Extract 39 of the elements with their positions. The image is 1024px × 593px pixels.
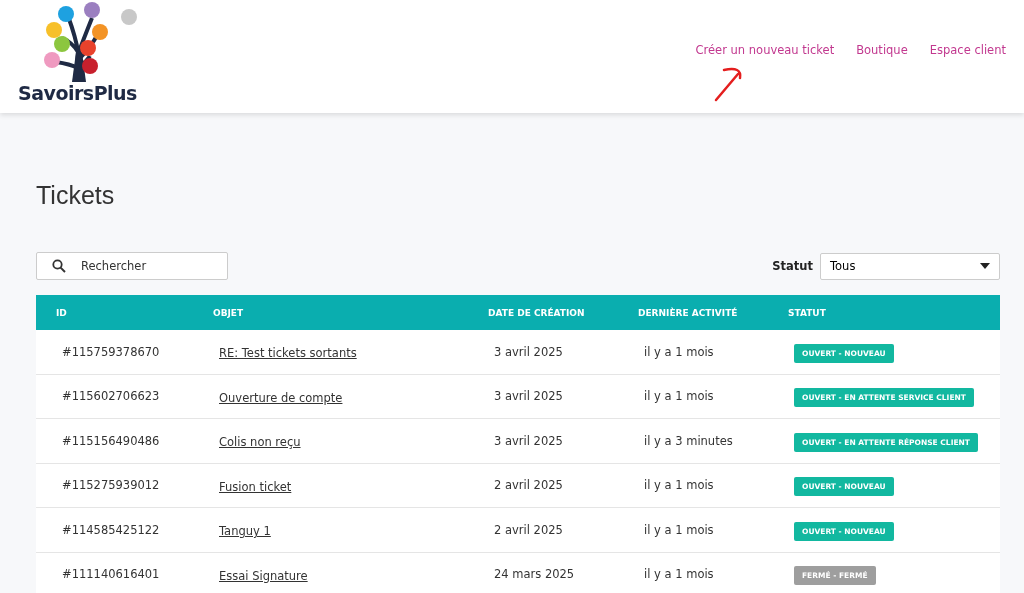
ticket-subject-link[interactable]: Essai Signature (219, 568, 308, 583)
page-title: Tickets (36, 181, 116, 210)
last-activity: il y a 1 mois (643, 567, 715, 582)
last-activity: il y a 3 minutes (643, 433, 734, 448)
created-date: 24 mars 2025 (493, 567, 576, 582)
created-date: 3 avril 2025 (493, 344, 564, 359)
nav-link[interactable]: Boutique (856, 43, 908, 57)
column-header: STATUT (788, 307, 827, 318)
last-activity: il y a 1 mois (643, 522, 715, 537)
ticket-id: #114585425122 (61, 522, 161, 537)
ticket-subject-link[interactable]: Colis non reçu (219, 435, 301, 450)
last-activity: il y a 1 mois (643, 344, 715, 359)
search-icon (52, 259, 66, 273)
created-date: 2 avril 2025 (493, 478, 564, 493)
created-date: 3 avril 2025 (493, 389, 564, 404)
ticket-id: #111140616401 (61, 567, 161, 582)
search-field[interactable]: Rechercher (36, 252, 228, 280)
ticket-id: #115156490486 (61, 433, 161, 448)
status-dropdown[interactable]: Tous (820, 252, 1000, 280)
ticket-subject-link[interactable]: Fusion ticket (219, 479, 292, 494)
nav-link[interactable]: Espace client (929, 43, 1006, 57)
created-date: 3 avril 2025 (493, 433, 564, 448)
nav-link[interactable]: Créer un nouveau ticket (695, 43, 835, 57)
column-header: DERNIÈRE ACTIVITÉ (638, 307, 739, 318)
ticket-id: #115759378670 (61, 344, 161, 359)
created-date: 2 avril 2025 (493, 522, 564, 537)
filter-label: Statut (772, 259, 813, 273)
ticket-subject-link[interactable]: Tanguy 1 (219, 524, 271, 539)
ticket-id: #115602706623 (61, 389, 161, 404)
ticket-id: #115275939012 (61, 478, 161, 493)
brand-name: SavoirsPlus (18, 82, 138, 104)
column-header: DATE DE CRÉATION (488, 307, 586, 318)
last-activity: il y a 1 mois (643, 389, 715, 404)
ticket-subject-link[interactable]: RE: Test tickets sortants (219, 346, 357, 361)
last-activity: il y a 1 mois (643, 478, 715, 493)
column-header: OBJET (213, 307, 245, 318)
caret-icon (980, 263, 990, 269)
ticket-subject-link[interactable]: Ouverture de compte (219, 390, 343, 405)
column-header: ID (55, 307, 68, 318)
